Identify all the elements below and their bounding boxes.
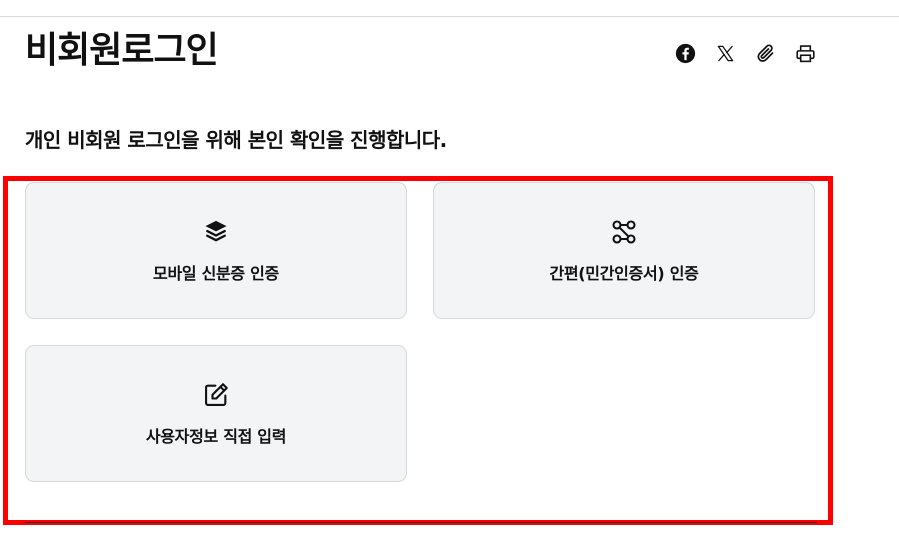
- link-icon[interactable]: [754, 42, 776, 64]
- share-toolbar: [674, 42, 816, 64]
- mobile-id-icon: [202, 218, 230, 246]
- edit-icon: [202, 381, 230, 409]
- simple-auth-label: 간편(민간인증서) 인증: [549, 263, 699, 283]
- direct-input-button[interactable]: 사용자정보 직접 입력: [25, 345, 407, 482]
- page-title: 비회원로그인: [25, 30, 219, 71]
- mobile-id-auth-button[interactable]: 모바일 신분증 인증: [25, 182, 407, 319]
- print-icon[interactable]: [794, 42, 816, 64]
- x-icon[interactable]: [714, 42, 736, 64]
- page-subtitle: 개인 비회원 로그인을 위해 본인 확인을 진행합니다.: [25, 128, 447, 152]
- direct-input-label: 사용자정보 직접 입력: [145, 426, 287, 446]
- bottom-divider: [25, 522, 817, 523]
- facebook-icon[interactable]: [674, 42, 696, 64]
- simple-auth-icon: [610, 218, 638, 246]
- top-divider: [0, 16, 899, 17]
- mobile-id-auth-label: 모바일 신분증 인증: [153, 263, 279, 283]
- simple-auth-button[interactable]: 간편(민간인증서) 인증: [433, 182, 815, 319]
